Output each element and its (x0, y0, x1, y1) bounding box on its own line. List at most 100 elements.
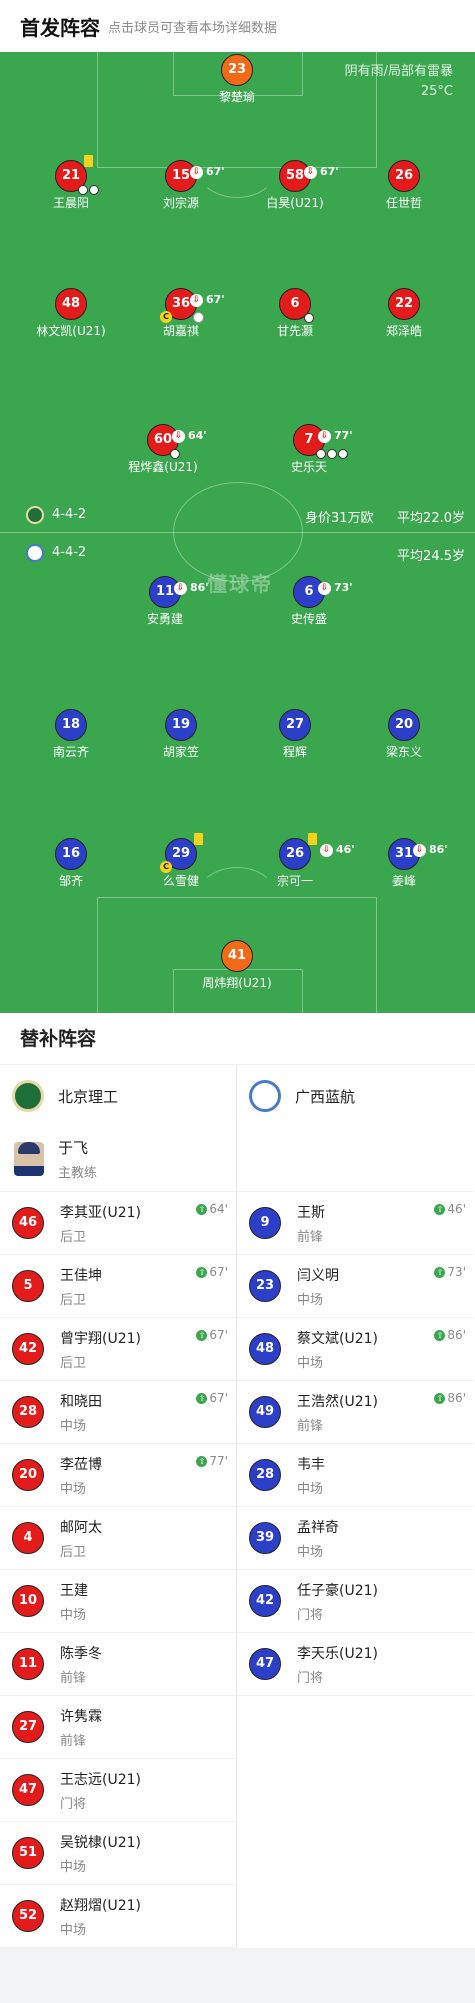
section-hint: 点击球员可查看本场详细数据 (108, 20, 278, 36)
sub-player-position: 门将 (297, 1670, 324, 1686)
section-title: 首发阵容 (20, 15, 100, 40)
sub-minute: 67' (320, 165, 339, 178)
sub-player-row[interactable]: 51 吴锐棣(U21) 中场 (0, 1822, 236, 1885)
player-number: 26 (388, 160, 420, 192)
player-home-7[interactable]: 7 ⇩ 77' 史乐天 (254, 424, 364, 475)
player-number: 41 (221, 940, 253, 972)
sub-player-row[interactable]: 47 王志远(U21) 门将 (0, 1759, 236, 1822)
sub-player-row[interactable]: 49 王浩然(U21) 前锋 ⇧ 86' (237, 1381, 474, 1444)
center-circle (173, 482, 303, 582)
sub-in-icon: ⇧ (196, 1329, 208, 1341)
sub-player-name: 陈季冬 (60, 1645, 102, 1662)
sub-player-row[interactable]: 48 蔡文斌(U21) 中场 ⇧ 86' (237, 1318, 474, 1381)
sub-player-number: 9 (249, 1207, 281, 1239)
sub-player-number: 47 (12, 1774, 44, 1806)
player-name: 王晨阳 (52, 196, 89, 210)
sub-player-row[interactable]: 23 闫义明 中场 ⇧ 73' (237, 1255, 474, 1318)
boot-icon (89, 185, 99, 195)
sub-in-icon: ⇧ (434, 1392, 446, 1404)
player-home-15[interactable]: 15 ⇩ 67' 刘宗源 (126, 160, 236, 211)
player-name: 么雪健 (162, 874, 199, 888)
sub-player-name: 王佳坤 (60, 1267, 102, 1284)
sub-player-number: 28 (249, 1459, 281, 1491)
weather-temp: 25°C (420, 84, 453, 99)
player-number: 26 (285, 846, 305, 861)
player-home-60[interactable]: 60 ⇩ 64' 程烨鑫(U21) (108, 424, 218, 475)
player-home-48[interactable]: 48 林文凯(U21) (16, 288, 126, 339)
player-home-36[interactable]: 36 ⇩ 67' C 胡嘉祺 (126, 288, 236, 339)
player-away-31[interactable]: 31 ⇩ 86' 姜峰 (349, 838, 459, 889)
player-number: 15 (171, 168, 191, 183)
sub-player-row[interactable]: 46 李其亚(U21) 后卫 ⇧ 64' (0, 1192, 236, 1255)
player-home-22[interactable]: 22 郑泽皓 (349, 288, 459, 339)
lineup-page: 首发阵容 点击球员可查看本场详细数据 懂球帝 阴有雨/局部有雷暴 25°C 23… (0, 0, 475, 2003)
player-name: 任世哲 (385, 196, 422, 210)
home-value: 身价31万欧 (305, 511, 374, 526)
sub-minute: 67' (206, 165, 225, 178)
player-home-26[interactable]: 26 任世哲 (349, 160, 459, 211)
home-team-logo-icon (26, 506, 44, 524)
sub-player-row[interactable]: 20 李莅博 中场 ⇧ 77' (0, 1444, 236, 1507)
coach-row[interactable]: 于飞 主教练 (0, 1127, 236, 1192)
player-away-20[interactable]: 20 梁东义 (349, 709, 459, 760)
player-away-gk[interactable]: 41 周炜翔(U21) (182, 940, 292, 991)
sub-player-row[interactable]: 11 陈季冬 前锋 (0, 1633, 236, 1696)
sub-player-row[interactable]: 27 许隽霖 前锋 (0, 1696, 236, 1759)
player-home-21[interactable]: 21 王晨阳 (16, 155, 126, 211)
sub-player-number: 27 (12, 1711, 44, 1743)
sub-player-row[interactable]: 10 王建 中场 (0, 1570, 236, 1633)
home-team-head[interactable]: 北京理工 (0, 1065, 236, 1127)
player-number: 11 (155, 584, 175, 599)
player-away-16[interactable]: 16 邹齐 (16, 838, 126, 889)
sub-player-number: 51 (12, 1837, 44, 1869)
sub-in-icon: ⇧ (196, 1392, 208, 1404)
sub-player-name: 韦丰 (297, 1456, 325, 1473)
player-home-gk[interactable]: 23 黎楚瑜 (182, 54, 292, 105)
sub-minute: 86' (429, 843, 448, 856)
player-name: 程辉 (282, 745, 307, 759)
away-team-head[interactable]: 广西蓝航 (237, 1065, 474, 1127)
sub-minute: 67' (206, 293, 225, 306)
sub-player-name: 闫义明 (297, 1267, 339, 1284)
sub-player-row[interactable]: 28 韦丰 中场 (237, 1444, 474, 1507)
sub-player-position: 后卫 (60, 1229, 87, 1245)
player-away-26[interactable]: 26 ⇩ 46' 宗可一 (240, 833, 355, 889)
sub-player-number: 42 (12, 1333, 44, 1365)
player-number: 60 (153, 432, 173, 447)
sub-player-position: 后卫 (60, 1355, 87, 1371)
sub-player-row[interactable]: 28 和晓田 中场 ⇧ 67' (0, 1381, 236, 1444)
coach-name: 于飞 (58, 1139, 89, 1157)
sub-in-icon: ⇧ (196, 1266, 208, 1278)
sub-player-row[interactable]: 4 邮阿太 后卫 (0, 1507, 236, 1570)
player-away-11[interactable]: 11 ⇩ 86' 安勇建 (110, 576, 220, 627)
player-away-6[interactable]: 6 ⇩ 73' 史传盛 (254, 576, 364, 627)
substitutes-section: 替补阵容 北京理工 于飞 主教练 46 李其亚(U21) 后卫 ⇧ 64' 5 王佳坤 后卫 ⇧… (0, 1013, 475, 1948)
sub-out-icon: ⇩ (174, 581, 187, 595)
sub-in-minute: 77' (209, 1454, 228, 1468)
sub-player-name: 王浩然(U21) (297, 1393, 378, 1410)
sub-player-row[interactable]: 42 任子豪(U21) 门将 (237, 1570, 474, 1633)
sub-player-number: 20 (12, 1459, 44, 1491)
team-name: 北京理工 (58, 1087, 119, 1106)
sub-player-row[interactable]: 42 曾宇翔(U21) 后卫 ⇧ 67' (0, 1318, 236, 1381)
sub-player-name: 王斯 (297, 1204, 325, 1221)
sub-player-row[interactable]: 47 李天乐(U21) 门将 (237, 1633, 474, 1696)
sub-player-number: 11 (12, 1648, 44, 1680)
sub-player-row[interactable]: 5 王佳坤 后卫 ⇧ 67' (0, 1255, 236, 1318)
sub-player-row[interactable]: 39 孟祥奇 中场 (237, 1507, 474, 1570)
sub-player-row[interactable]: 9 王斯 前锋 ⇧ 46' (237, 1192, 474, 1255)
player-home-58[interactable]: 58 ⇩ 67' 白昊(U21) (240, 160, 350, 211)
sub-player-name: 曾宇翔(U21) (60, 1330, 141, 1347)
player-away-27[interactable]: 27 程辉 (240, 709, 350, 760)
sub-player-number: 49 (249, 1396, 281, 1428)
player-home-6[interactable]: 6 甘先灏 (240, 288, 350, 339)
sub-player-number: 47 (249, 1648, 281, 1680)
player-away-18[interactable]: 18 南云齐 (16, 709, 126, 760)
sub-in-icon: ⇧ (196, 1203, 208, 1215)
sub-player-position: 前锋 (297, 1418, 324, 1434)
sub-player-position: 中场 (297, 1292, 324, 1308)
player-away-19[interactable]: 19 胡家笠 (126, 709, 236, 760)
sub-in-icon: ⇧ (434, 1329, 446, 1341)
sub-player-row[interactable]: 52 赵翔熠(U21) 中场 (0, 1885, 236, 1948)
player-away-29[interactable]: 29 C 么雪健 (126, 833, 236, 889)
